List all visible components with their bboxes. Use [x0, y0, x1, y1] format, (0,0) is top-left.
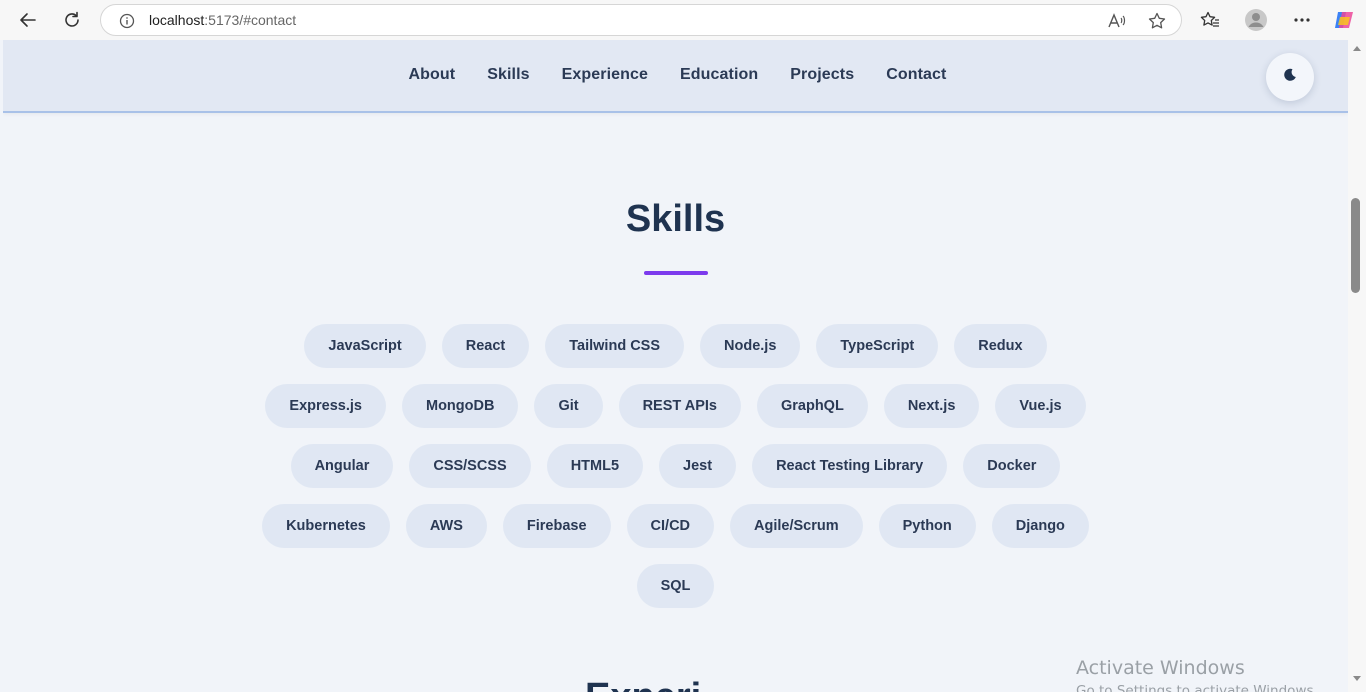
skill-pill: HTML5 [546, 444, 644, 488]
scroll-up-arrow-icon[interactable] [1353, 46, 1361, 51]
skill-pill: Docker [963, 444, 1061, 488]
windows-activation-watermark: Activate Windows Go to Settings to activ… [1076, 657, 1318, 692]
nav-link-projects[interactable]: Projects [790, 66, 854, 84]
page-scrollbar[interactable] [1348, 40, 1366, 692]
nav-link-contact[interactable]: Contact [886, 66, 946, 84]
skill-pill: Firebase [502, 504, 611, 548]
skill-pill: CI/CD [626, 504, 715, 548]
title-underline [644, 271, 708, 275]
copilot-icon[interactable] [1330, 6, 1358, 34]
skill-pill: TypeScript [816, 324, 939, 368]
refresh-icon[interactable] [58, 6, 86, 34]
skill-pill: Angular [290, 444, 394, 488]
skill-pill: Django [991, 504, 1089, 548]
moon-icon [1283, 68, 1297, 87]
watermark-line-2: Go to Settings to activate Windows. [1076, 683, 1318, 692]
nav-link-education[interactable]: Education [680, 66, 758, 84]
skill-pill: JavaScript [304, 324, 426, 368]
theme-toggle-button[interactable] [1266, 53, 1314, 101]
nav-link-about[interactable]: About [409, 66, 456, 84]
skill-pill: React [441, 324, 530, 368]
site-header: About Skills Experience Education Projec… [3, 40, 1348, 113]
skill-pill: Tailwind CSS [545, 324, 685, 368]
skills-section-title: Skills [625, 198, 726, 240]
scroll-down-arrow-icon[interactable] [1353, 676, 1361, 681]
skill-pill: Kubernetes [262, 504, 390, 548]
skill-pill: Next.js [883, 384, 980, 428]
favorites-icon[interactable] [1196, 6, 1224, 34]
skill-pill: Express.js [265, 384, 386, 428]
skill-pill: Agile/Scrum [730, 504, 863, 548]
profile-avatar-icon[interactable] [1242, 6, 1270, 34]
skill-pill: MongoDB [401, 384, 519, 428]
skills-list: JavaScript React Tailwind CSS Node.js TypeSc… [243, 324, 1108, 608]
url-text[interactable]: localhost:5173/#contact [149, 12, 296, 28]
nav-link-experience[interactable]: Experience [562, 66, 648, 84]
address-bar[interactable]: localhost:5173/#contact [100, 4, 1182, 36]
skill-pill: Redux [954, 324, 1047, 368]
skill-pill: SQL [636, 564, 715, 608]
site-info-icon[interactable] [119, 13, 135, 29]
skill-pill: Git [534, 384, 603, 428]
url-path: :5173/#contact [204, 12, 297, 28]
more-options-icon[interactable] [1288, 6, 1316, 34]
experience-section-title: Experi [585, 676, 701, 692]
nav-link-skills[interactable]: Skills [487, 66, 529, 84]
skill-pill: Jest [659, 444, 737, 488]
scrollbar-thumb[interactable] [1351, 198, 1360, 293]
skill-pill: Vue.js [995, 384, 1086, 428]
browser-toolbar: localhost:5173/#contact [0, 0, 1366, 40]
skill-pill: CSS/SCSS [409, 444, 531, 488]
watermark-line-1: Activate Windows [1076, 657, 1245, 679]
skill-pill: REST APIs [618, 384, 741, 428]
page-viewport: About Skills Experience Education Projec… [3, 40, 1348, 692]
back-icon[interactable] [14, 6, 42, 34]
favorite-star-icon[interactable] [1148, 12, 1166, 30]
read-aloud-icon[interactable] [1108, 12, 1126, 30]
skill-pill: GraphQL [756, 384, 868, 428]
main-nav: About Skills Experience Education Projec… [3, 66, 1348, 84]
skill-pill: AWS [405, 504, 487, 548]
skill-pill: React Testing Library [752, 444, 948, 488]
skill-pill: Node.js [700, 324, 801, 368]
skill-pill: Python [878, 504, 976, 548]
url-host: localhost [149, 12, 205, 28]
